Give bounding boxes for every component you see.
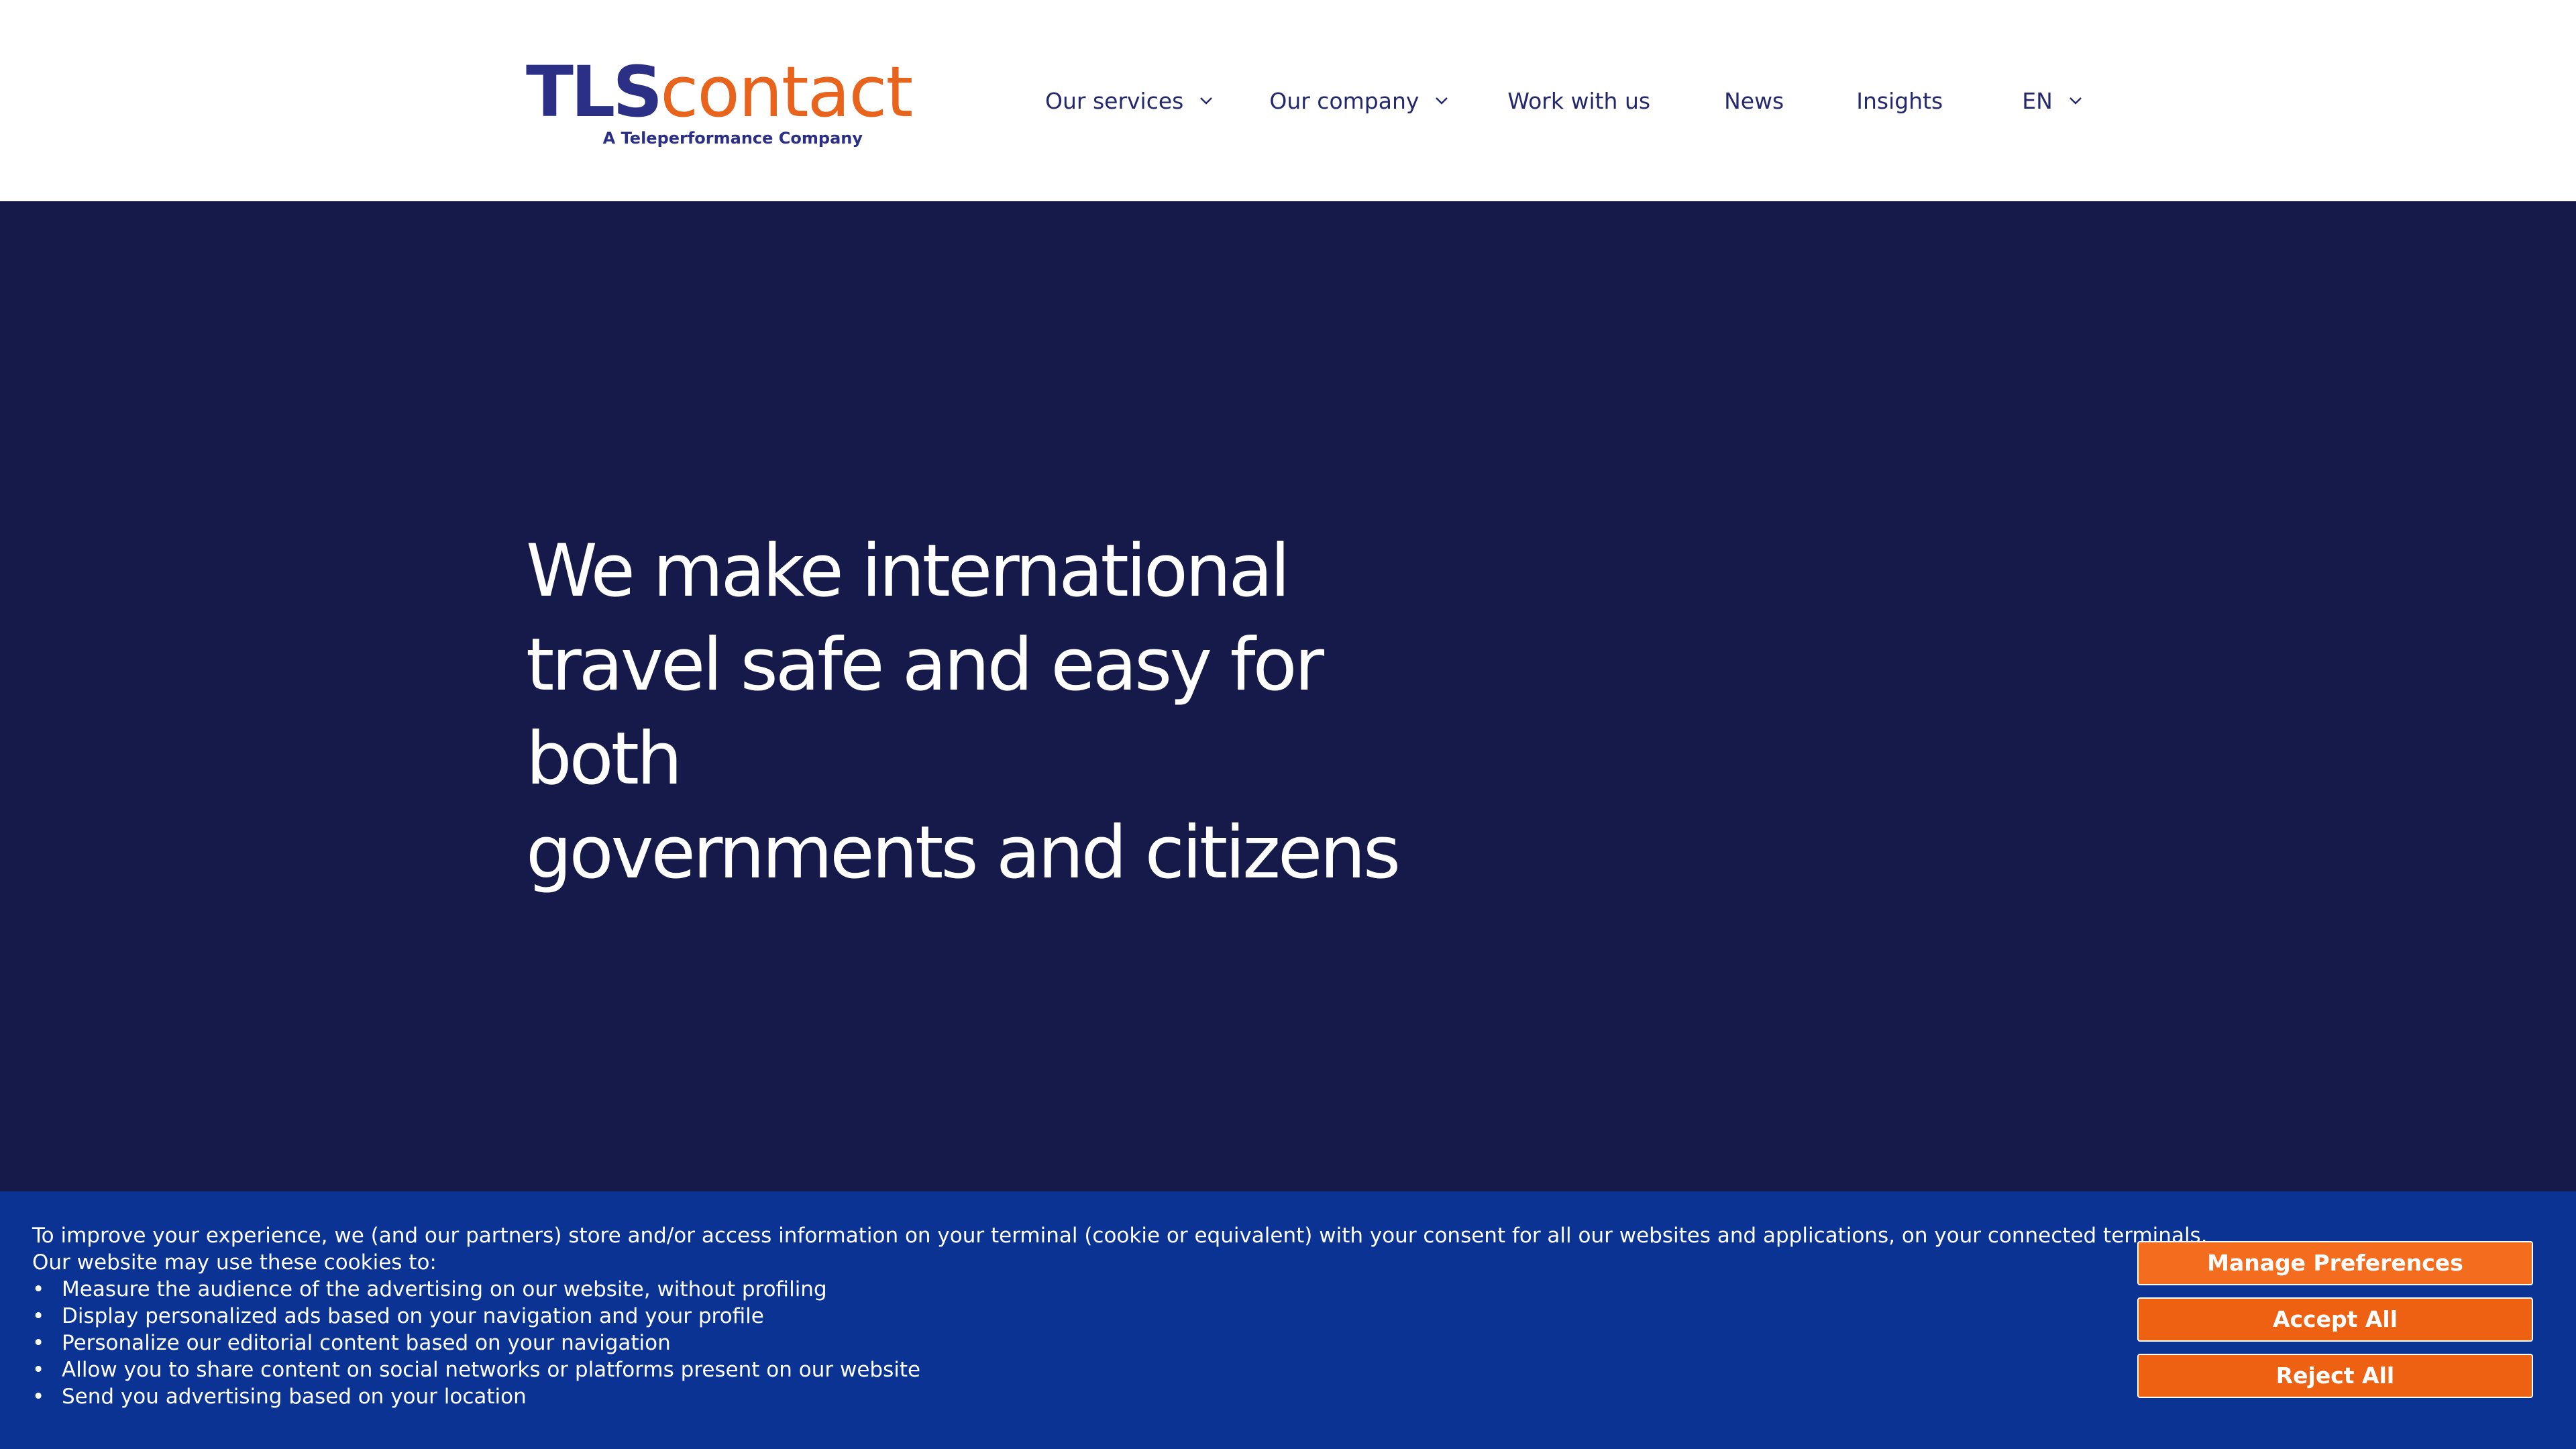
- cookie-intro: To improve your experience, we (and our …: [32, 1224, 2208, 1248]
- hero-title: We make international travel safe and ea…: [526, 525, 1465, 900]
- logo-brand-bold: TLS: [526, 51, 663, 133]
- list-item-text: Personalize our editorial content based …: [62, 1331, 671, 1355]
- logo-tagline: A Teleperformance Company: [602, 129, 863, 148]
- list-item: • Measure the audience of the advertising…: [32, 1276, 2098, 1303]
- list-item: • Personalize our editorial content based…: [32, 1330, 2098, 1356]
- language-label: EN: [2022, 87, 2053, 114]
- bullet-icon: •: [32, 1385, 45, 1409]
- list-item-text: Measure the audience of the advertising …: [62, 1277, 827, 1301]
- nav-item-our-company[interactable]: Our company: [1269, 88, 1448, 114]
- nav-item-news[interactable]: News: [1724, 88, 1784, 114]
- site-header: TLScontact A Teleperformance Company Our…: [0, 0, 2576, 201]
- cookie-lead: Our website may use these cookies to:: [32, 1250, 437, 1275]
- hero-title-line: governments and citizens: [526, 811, 1401, 895]
- cookie-message: To improve your experience, we (and our …: [32, 1222, 2208, 1410]
- nav-item-label: Work with us: [1507, 87, 1651, 114]
- reject-all-button[interactable]: Reject All: [2137, 1354, 2533, 1398]
- tlscontact-logo[interactable]: TLScontact A Teleperformance Company: [526, 52, 913, 153]
- bullet-icon: •: [32, 1304, 45, 1328]
- bullet-icon: •: [32, 1331, 45, 1355]
- list-item-text: Display personalized ads based on your n…: [62, 1304, 764, 1328]
- chevron-down-icon: [2069, 94, 2082, 107]
- language-selector[interactable]: EN: [2022, 88, 2082, 114]
- list-item-text: Send you advertising based on your locat…: [62, 1385, 527, 1409]
- logo-brand-light: contact: [660, 51, 913, 133]
- cookie-consent-banner: To improve your experience, we (and our …: [0, 1191, 2576, 1449]
- nav-item-label: News: [1724, 87, 1784, 114]
- nav-item-work-with-us[interactable]: Work with us: [1507, 88, 1650, 114]
- list-item: • Send you advertising based on your loca…: [32, 1383, 2098, 1410]
- list-item: • Display personalized ads based on your …: [32, 1303, 2098, 1330]
- nav-item-label: Insights: [1856, 87, 1943, 114]
- accept-all-button[interactable]: Accept All: [2137, 1297, 2533, 1342]
- cookie-purpose-list: • Measure the audience of the advertising…: [32, 1276, 2098, 1410]
- manage-preferences-button[interactable]: Manage Preferences: [2137, 1241, 2533, 1285]
- list-item-text: Allow you to share content on social net…: [62, 1358, 921, 1382]
- nav-item-our-services[interactable]: Our services: [1045, 88, 1213, 114]
- cookie-actions: Manage Preferences Accept All Reject All: [2137, 1241, 2533, 1410]
- nav-item-insights[interactable]: Insights: [1856, 88, 1943, 114]
- nav-item-label: Our services: [1045, 87, 1184, 114]
- hero-section: We make international travel safe and ea…: [0, 201, 2576, 1248]
- main-nav: Our services Our company Work with us Ne…: [1045, 79, 2082, 122]
- logo-wordmark: TLScontact: [526, 51, 913, 133]
- nav-item-label: Our company: [1269, 87, 1419, 114]
- chevron-down-icon: [1435, 94, 1448, 107]
- list-item: • Allow you to share content on social ne…: [32, 1356, 2098, 1383]
- hero-title-line: travel safe and easy for both: [526, 623, 1324, 801]
- hero-title-line: We make international: [526, 529, 1291, 613]
- bullet-icon: •: [32, 1358, 45, 1382]
- bullet-icon: •: [32, 1277, 45, 1301]
- chevron-down-icon: [1199, 94, 1213, 107]
